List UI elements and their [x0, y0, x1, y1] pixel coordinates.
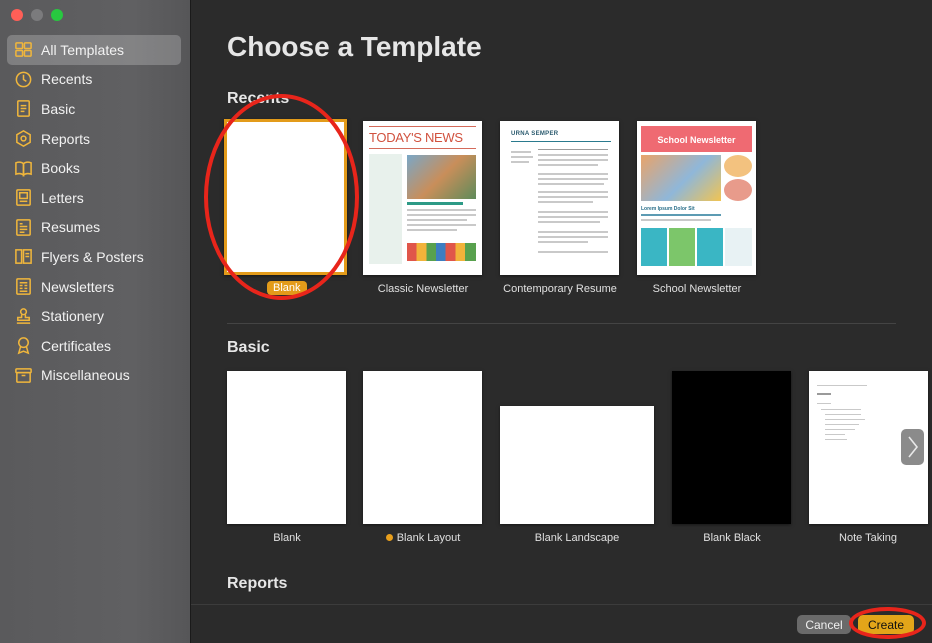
sidebar-item-letters[interactable]: Letters	[7, 183, 181, 213]
template-thumbnail[interactable]	[672, 371, 791, 524]
sidebar-item-label: Miscellaneous	[41, 367, 130, 384]
sidebar-nav: All Templates Recents Basic Reports Book…	[7, 35, 181, 390]
sidebar-item-label: Recents	[41, 71, 93, 88]
document-icon	[13, 99, 33, 119]
annotation-ellipse-blank	[204, 94, 359, 300]
misc-icon	[13, 365, 33, 385]
sidebar: All Templates Recents Basic Reports Book…	[0, 0, 191, 643]
newsletter-icon	[13, 277, 33, 297]
thumb-resume-name: URNA SEMPER	[511, 131, 559, 137]
template-thumbnail[interactable]: URNA SEMPER	[500, 121, 619, 275]
section-header-reports: Reports	[227, 575, 288, 592]
template-thumbnail[interactable]: TODAY'S NEWS	[363, 121, 482, 275]
template-thumbnail[interactable]: School Newsletter Lorem Ipsum Dolor Sit	[637, 121, 756, 275]
section-divider	[227, 323, 896, 324]
sidebar-item-all-templates[interactable]: All Templates	[7, 35, 181, 65]
thumb-headline: TODAY'S NEWS	[369, 130, 463, 145]
sidebar-item-basic[interactable]: Basic	[7, 94, 181, 124]
sidebar-item-label: Basic	[41, 100, 76, 117]
sidebar-item-resumes[interactable]: Resumes	[7, 213, 181, 243]
template-thumbnail[interactable]	[227, 371, 346, 524]
sidebar-item-certificates[interactable]: Certificates	[7, 331, 181, 361]
template-label: Blank Landscape	[534, 532, 620, 544]
template-label: Classic Newsletter	[377, 283, 469, 295]
sidebar-item-flyers-posters[interactable]: Flyers & Posters	[7, 242, 181, 272]
sidebar-item-label: Resumes	[41, 219, 101, 236]
template-gallery: Choose a Template Recents Blank TODAY'S …	[191, 0, 932, 604]
sidebar-item-label: Stationery	[41, 308, 105, 325]
sidebar-item-reports[interactable]: Reports	[7, 124, 181, 154]
annotation-ellipse-create	[849, 607, 926, 639]
flyer-icon	[13, 247, 33, 267]
template-label: Note Taking	[839, 532, 897, 544]
sidebar-item-label: Reports	[41, 130, 91, 147]
close-window-button[interactable]	[11, 9, 23, 21]
scroll-right-button[interactable]	[901, 429, 924, 465]
sidebar-item-label: Letters	[41, 189, 84, 206]
template-label: School Newsletter	[652, 283, 742, 295]
template-label: Blank Black	[703, 532, 761, 544]
bottom-toolbar: Cancel Create	[191, 604, 932, 643]
resume-icon	[13, 217, 33, 237]
sidebar-item-books[interactable]: Books	[7, 153, 181, 183]
stamp-icon	[13, 306, 33, 326]
sidebar-item-recents[interactable]: Recents	[7, 65, 181, 95]
maximize-window-button[interactable]	[51, 9, 63, 21]
template-thumbnail[interactable]	[500, 406, 654, 524]
section-header-basic: Basic	[227, 339, 270, 356]
minimize-window-button[interactable]	[31, 9, 43, 21]
all-templates-icon	[13, 40, 33, 60]
sidebar-item-label: Newsletters	[41, 278, 115, 295]
thumb-school-subhead: Lorem Ipsum Dolor Sit	[641, 206, 695, 212]
reports-icon	[13, 129, 33, 149]
template-label: Blank	[273, 532, 301, 544]
thumb-school-headline: School Newsletter	[657, 135, 736, 145]
traffic-lights	[11, 9, 63, 21]
sidebar-item-label: Certificates	[41, 337, 112, 354]
template-label: Blank Layout	[353, 532, 493, 545]
template-thumbnail[interactable]	[363, 371, 482, 524]
page-title: Choose a Template	[227, 31, 482, 62]
book-icon	[13, 158, 33, 178]
sidebar-item-label: Books	[41, 160, 80, 177]
sidebar-item-newsletters[interactable]: Newsletters	[7, 272, 181, 302]
sidebar-item-miscellaneous[interactable]: Miscellaneous	[7, 361, 181, 391]
recent-dot-indicator	[385, 533, 393, 541]
sidebar-item-label: Flyers & Posters	[41, 248, 144, 265]
sidebar-item-stationery[interactable]: Stationery	[7, 301, 181, 331]
letter-icon	[13, 188, 33, 208]
clock-icon	[13, 69, 33, 89]
template-label: Contemporary Resume	[503, 283, 617, 295]
template-chooser-window: All Templates Recents Basic Reports Book…	[0, 0, 932, 643]
certificate-icon	[13, 336, 33, 356]
chevron-right-icon	[907, 436, 918, 458]
sidebar-item-label: All Templates	[41, 41, 125, 58]
cancel-button[interactable]: Cancel	[797, 615, 851, 634]
